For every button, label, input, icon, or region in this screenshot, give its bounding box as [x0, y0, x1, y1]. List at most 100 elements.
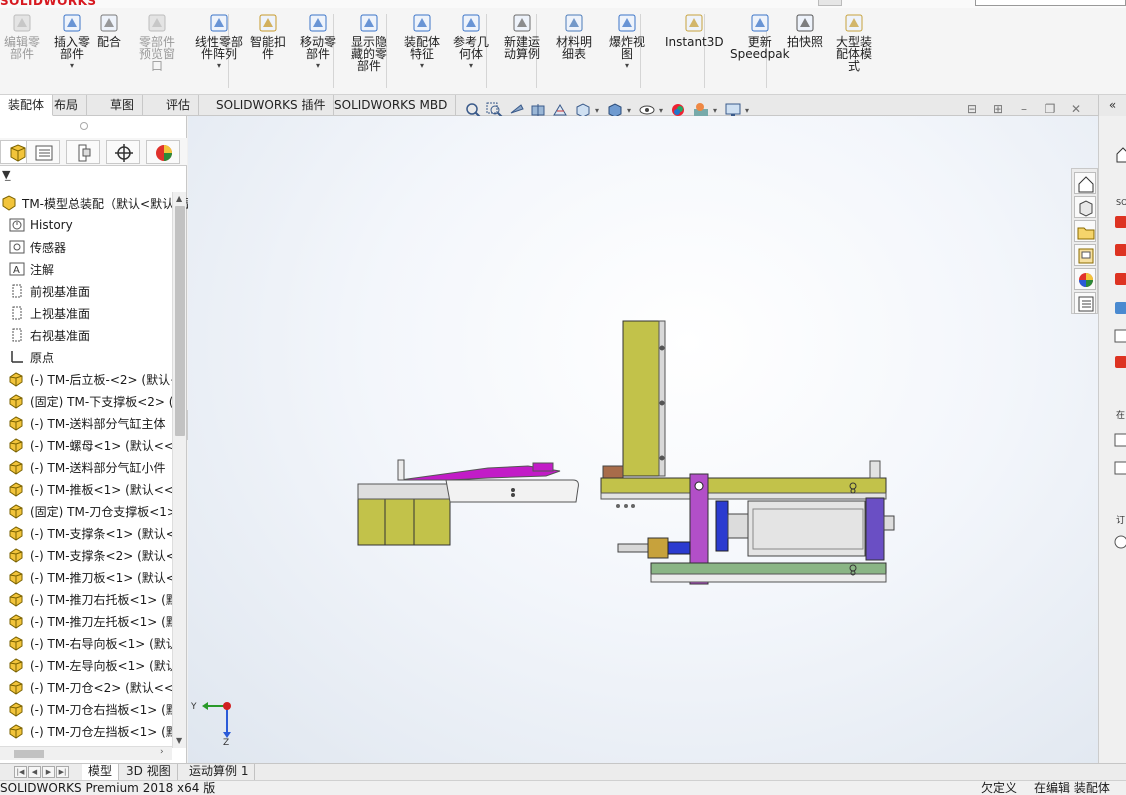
- tree-item[interactable]: 前视基准面: [8, 280, 90, 302]
- last-tab-icon[interactable]: ▶|: [56, 766, 69, 778]
- move-component-button[interactable]: 移动零 部件 ▾: [300, 12, 336, 70]
- chevron-down-icon[interactable]: ▾: [595, 106, 603, 115]
- tree-item[interactable]: History: [8, 214, 73, 236]
- filter-icon[interactable]: ▼̲: [2, 168, 10, 181]
- edit-component-button[interactable]: 编辑零 部件: [4, 12, 40, 60]
- chevron-down-icon[interactable]: ▾: [659, 106, 667, 115]
- chevron-down-icon[interactable]: ▾: [217, 61, 221, 70]
- tree-vertical-scrollbar[interactable]: ▲ ▼: [172, 192, 186, 748]
- tree-item[interactable]: (-) TM-推刀板<1> (默认<: [8, 566, 172, 588]
- bottom-tab[interactable]: 3D 视图: [120, 764, 178, 780]
- tree-item[interactable]: (-) TM-推刀右托板<1> (默: [8, 588, 172, 610]
- tree-item[interactable]: (固定) TM-刀仓支撑板<1>: [8, 500, 172, 522]
- command-tab[interactable]: 布局: [46, 95, 88, 116]
- custom-properties-icon[interactable]: [1074, 292, 1096, 314]
- tree-item[interactable]: (-) TM-刀仓右挡板<1> (默: [8, 698, 172, 720]
- toolbar-button[interactable]: [818, 0, 842, 6]
- appearances-icon[interactable]: [1074, 268, 1096, 290]
- assembly-model-view[interactable]: Y Z: [188, 116, 1098, 763]
- reference-geometry-button[interactable]: 参考几 何体 ▾: [453, 12, 489, 70]
- tree-item[interactable]: 原点: [8, 346, 54, 368]
- exploded-view-button[interactable]: 爆炸视 图 ▾: [609, 12, 645, 70]
- prev-tab-icon[interactable]: ◀: [28, 766, 41, 778]
- feature-manager-tabs: [0, 138, 187, 166]
- tree-item[interactable]: (-) TM-刀仓<2> (默认<<: [8, 676, 172, 698]
- bottom-tab[interactable]: 运动算例 1: [183, 764, 256, 780]
- close-icon[interactable]: ✕: [1069, 102, 1083, 116]
- view-palette-icon[interactable]: [1074, 244, 1096, 266]
- minimize-icon[interactable]: –: [1017, 102, 1031, 116]
- next-tab-icon[interactable]: ▶: [42, 766, 55, 778]
- chevron-down-icon[interactable]: ▾: [627, 106, 635, 115]
- scrollbar-thumb[interactable]: [175, 206, 185, 436]
- solidworks-logo[interactable]: SOLIDWORKS: [0, 0, 97, 8]
- tree-item[interactable]: (-) TM-后立板-<2> (默认<: [8, 368, 172, 390]
- insert-components-button[interactable]: 插入零 部件 ▾: [54, 12, 90, 70]
- smart-fasteners-button[interactable]: 智能扣 件: [250, 12, 286, 60]
- tree-item-label: (-) TM-刀仓右挡板<1> (默: [30, 702, 172, 717]
- tree-item[interactable]: (-) TM-右导向板<1> (默认: [8, 632, 172, 654]
- ribbon-button-label: Instant3D: [665, 35, 724, 49]
- large-assembly-mode-button[interactable]: 大型装 配体模 式: [836, 12, 872, 72]
- tree-item[interactable]: 右视基准面: [8, 324, 90, 346]
- configuration-manager-tab[interactable]: [66, 140, 100, 164]
- tree-item[interactable]: (-) TM-推板<1> (默认<<: [8, 478, 172, 500]
- command-tab[interactable]: SOLIDWORKS MBD: [326, 95, 457, 116]
- chevron-down-icon[interactable]: ▾: [625, 61, 629, 70]
- new-motion-study-button[interactable]: 新建运 动算例: [504, 12, 540, 60]
- graphics-area[interactable]: Y Z: [188, 116, 1098, 763]
- tree-item[interactable]: (-) TM-左导向板<1> (默认: [8, 654, 172, 676]
- part-icon: [8, 723, 26, 739]
- first-tab-icon[interactable]: |◀: [14, 766, 27, 778]
- tree-horizontal-scrollbar[interactable]: ›: [0, 746, 172, 760]
- blade-magazine-assembly: [357, 459, 579, 546]
- solidworks-resources-icon[interactable]: [1074, 172, 1096, 194]
- tree-item[interactable]: 上视基准面: [8, 302, 90, 324]
- search-input[interactable]: [975, 0, 1126, 6]
- component-preview-window-button[interactable]: 零部件 预览窗 口: [139, 12, 175, 72]
- tree-item[interactable]: (-) TM-支撑条<1> (默认<: [8, 522, 172, 544]
- mate-button[interactable]: 配合: [97, 12, 121, 48]
- instant3d-button[interactable]: Instant3D: [665, 12, 724, 48]
- chevron-down-icon[interactable]: ▾: [713, 106, 721, 115]
- exploded-view-icon: [616, 12, 638, 34]
- assembly-features-icon: [411, 12, 433, 34]
- display-manager-tab[interactable]: [146, 140, 180, 164]
- assembly-features-button[interactable]: 装配体 特征 ▾: [404, 12, 440, 70]
- property-manager-tab[interactable]: [26, 140, 60, 164]
- bill-of-materials-button[interactable]: 材料明 细表: [556, 12, 592, 60]
- tree-item[interactable]: 传感器: [8, 236, 66, 258]
- linear-component-pattern-button[interactable]: 线性零部 件阵列 ▾: [195, 12, 243, 70]
- chevron-down-icon[interactable]: ▾: [420, 61, 424, 70]
- file-explorer-icon[interactable]: [1074, 220, 1096, 242]
- chevron-down-icon[interactable]: ▾: [70, 61, 74, 70]
- tree-item[interactable]: A 注解: [8, 258, 54, 280]
- tree-item[interactable]: (-) TM-刀仓左挡板<1> (默: [8, 720, 172, 742]
- restore-left-icon[interactable]: ⊟: [965, 102, 979, 116]
- tree-item[interactable]: (-) TM-推刀左托板<1> (默: [8, 610, 172, 632]
- command-tab[interactable]: 评估: [158, 95, 200, 116]
- tree-item[interactable]: (-) TM-送料部分气缸主体: [8, 412, 166, 434]
- tree-item[interactable]: (固定) TM-下支撑板<2> (: [8, 390, 172, 412]
- command-tab[interactable]: SOLIDWORKS 插件: [208, 95, 335, 116]
- bottom-tab[interactable]: 模型: [82, 764, 120, 780]
- command-tab[interactable]: 草图: [102, 95, 144, 116]
- show-hidden-components-button[interactable]: 显示隐 藏的零 部件: [351, 12, 387, 72]
- restore-right-icon[interactable]: ⊞: [991, 102, 1005, 116]
- dimxpert-manager-tab[interactable]: [106, 140, 140, 164]
- tree-item-label: (-) TM-左导向板<1> (默认: [30, 658, 172, 673]
- part-icon: [8, 437, 26, 453]
- scrollbar-thumb[interactable]: [14, 750, 44, 758]
- maximize-icon[interactable]: ❐: [1043, 102, 1057, 116]
- tree-item[interactable]: (-) TM-支撑条<2> (默认<: [8, 544, 172, 566]
- update-speedpak-button[interactable]: 更新 Speedpak: [730, 12, 790, 60]
- tree-item[interactable]: (-) TM-送料部分气缸小件: [8, 456, 166, 478]
- take-snapshot-button[interactable]: 拍快照: [787, 12, 823, 48]
- panel-grip[interactable]: [80, 122, 88, 130]
- tree-item[interactable]: (-) TM-螺母<1> (默认<<: [8, 434, 172, 456]
- chevron-down-icon[interactable]: ▾: [316, 61, 320, 70]
- chevron-down-icon[interactable]: ▾: [469, 61, 473, 70]
- design-library-icon[interactable]: [1074, 196, 1096, 218]
- chevron-down-icon[interactable]: ▾: [745, 106, 753, 115]
- task-pane-collapse-icon[interactable]: «: [1098, 95, 1126, 116]
